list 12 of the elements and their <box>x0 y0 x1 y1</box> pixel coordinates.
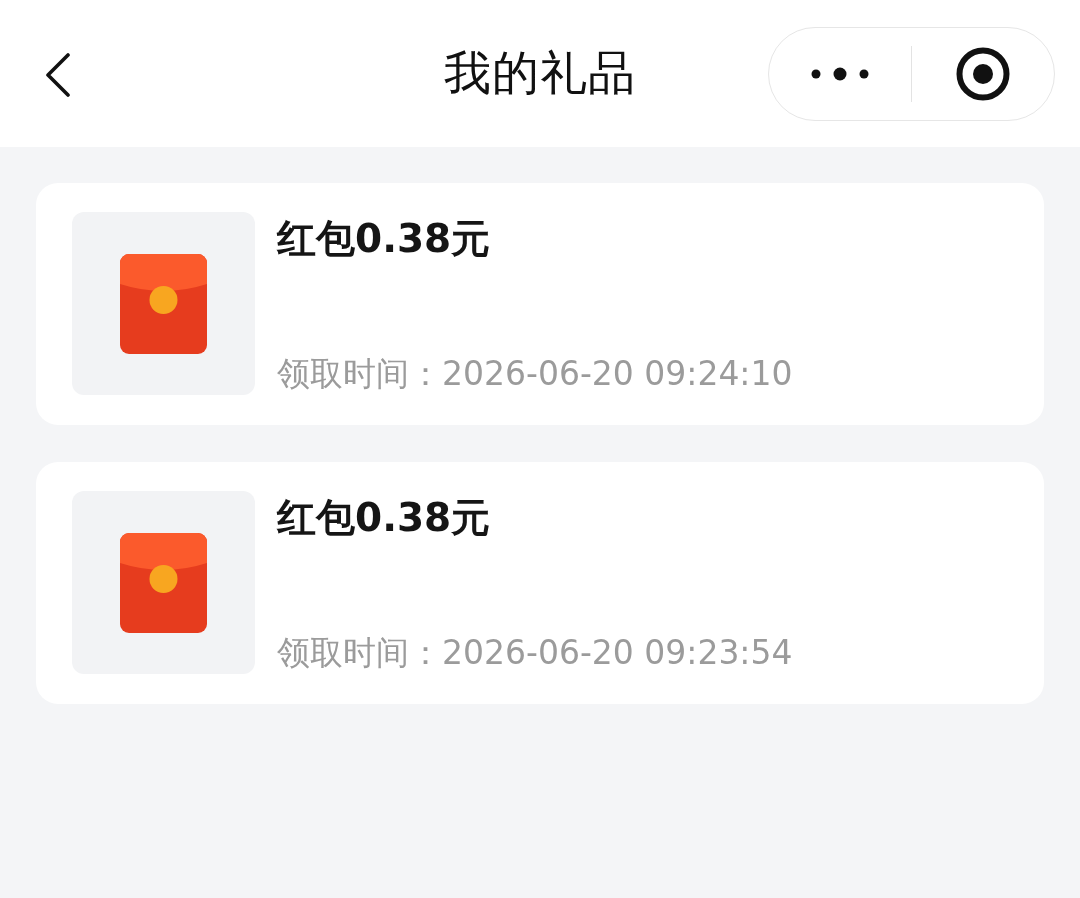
received-time: 领取时间：2026-06-20 09:24:10 <box>277 353 793 395</box>
gift-card[interactable]: 红包0.38元 领取时间：2026-06-20 09:24:10 <box>36 183 1044 425</box>
target-circle-icon <box>956 46 1011 101</box>
received-time: 领取时间：2026-06-20 09:23:54 <box>277 632 793 674</box>
envelope-icon <box>120 532 207 633</box>
chevron-left-icon <box>45 52 71 97</box>
envelope-icon <box>120 253 207 354</box>
more-dots-icon <box>810 66 869 81</box>
gift-name: 红包0.38元 <box>277 215 491 263</box>
gift-name: 红包0.38元 <box>277 494 491 542</box>
page-title: 我的礼品 <box>444 44 636 102</box>
gift-card[interactable]: 红包0.38元 领取时间：2026-06-20 09:23:54 <box>36 462 1044 704</box>
